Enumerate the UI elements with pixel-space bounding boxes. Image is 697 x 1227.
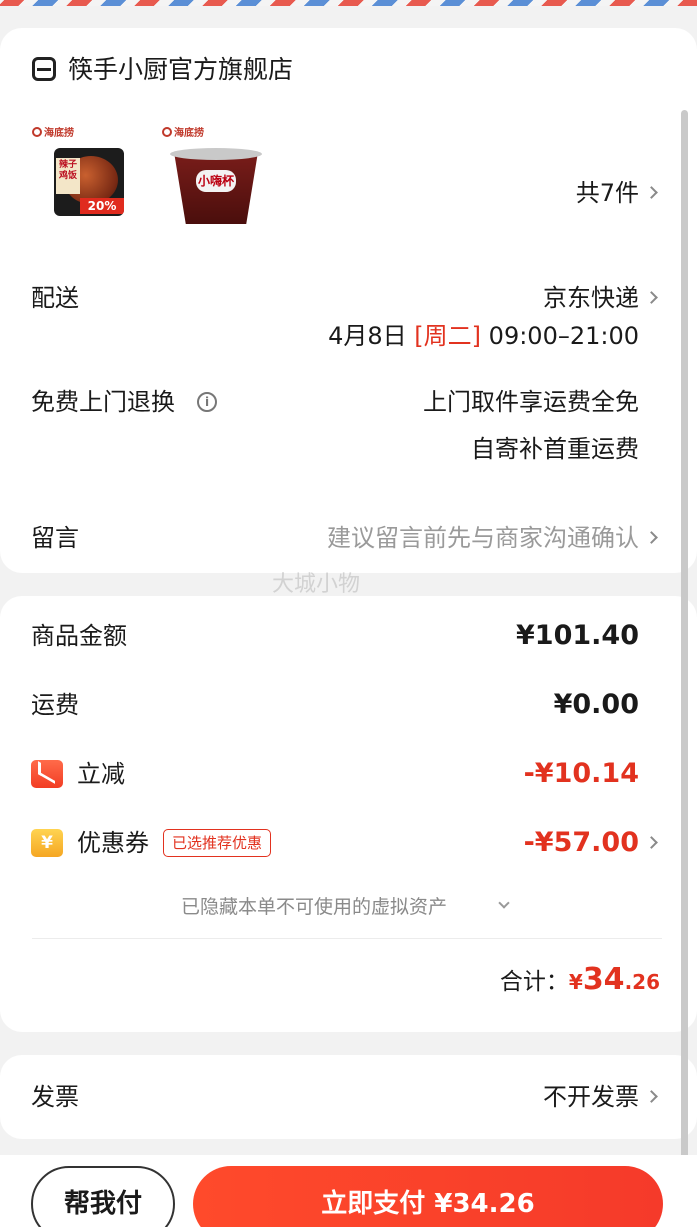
hidden-assets-toggle[interactable]: 已隐藏本单不可使用的虚拟资产	[181, 894, 447, 920]
message-input[interactable]: 建议留言前先与商家沟通确认	[327, 523, 639, 553]
delivery-time[interactable]: 4月8日 [周二] 09:00–21:00	[328, 321, 639, 351]
invoice-label: 发票	[31, 1083, 79, 1111]
store-icon	[32, 57, 56, 81]
brand-mark: 海底捞	[32, 124, 74, 139]
coupon-value[interactable]: -¥57.00	[524, 827, 639, 859]
invoice-card[interactable]: 发票 不开发票	[0, 1055, 697, 1139]
airmail-stripe	[0, 0, 697, 6]
discount-down-icon	[31, 760, 63, 788]
coupon-label: 优惠券	[77, 829, 149, 857]
delivery-carrier[interactable]: 京东快递	[543, 283, 639, 313]
divider	[32, 938, 662, 939]
goods-amount-label: 商品金额	[31, 622, 127, 650]
chevron-right-icon[interactable]	[645, 1090, 658, 1103]
store-name[interactable]: 筷手小厨官方旗舰店	[68, 55, 293, 85]
goods-amount-value: ¥101.40	[516, 620, 639, 651]
discount-label: 立减	[77, 760, 125, 788]
brand-mark: 海底捞	[162, 124, 204, 139]
shipping-label: 运费	[31, 691, 79, 719]
item-count[interactable]: 共7件	[576, 178, 639, 208]
chevron-right-icon[interactable]	[645, 186, 658, 199]
discount-value: -¥10.14	[523, 758, 639, 789]
free-return-label: 免费上门退换	[31, 388, 175, 416]
return-pickup-text: 上门取件享运费全免	[423, 388, 639, 416]
message-label: 留言	[31, 524, 79, 552]
info-icon[interactable]: i	[197, 392, 217, 412]
pay-now-button[interactable]: 立即支付 ¥34.26	[193, 1166, 663, 1227]
coupon-icon: ¥	[31, 829, 63, 857]
chevron-right-icon[interactable]	[645, 291, 658, 304]
shipping-value: ¥0.00	[553, 689, 639, 720]
delivery-label: 配送	[31, 284, 79, 312]
product-thumbnail[interactable]: 海底捞 辣子鸡饭 20%	[30, 124, 138, 232]
product-package-image: 辣子鸡饭 20%	[54, 148, 124, 216]
order-total: 合计：¥34.26	[499, 962, 660, 997]
watermark: 大城小物	[272, 572, 361, 597]
return-selfship-text: 自寄补首重运费	[471, 435, 639, 463]
scrollbar[interactable]	[681, 110, 688, 1160]
help-pay-button[interactable]: 帮我付	[31, 1166, 175, 1227]
recommended-coupon-badge: 已选推荐优惠	[163, 829, 272, 857]
product-thumbnail[interactable]: 海底捞 小嗨杯	[160, 124, 268, 232]
order-info-card: 筷手小厨官方旗舰店 海底捞 辣子鸡饭 20% 海底捞 小嗨杯 共7件 配送 京东…	[0, 28, 697, 573]
invoice-value[interactable]: 不开发票	[543, 1082, 639, 1112]
chevron-right-icon[interactable]	[645, 531, 658, 544]
